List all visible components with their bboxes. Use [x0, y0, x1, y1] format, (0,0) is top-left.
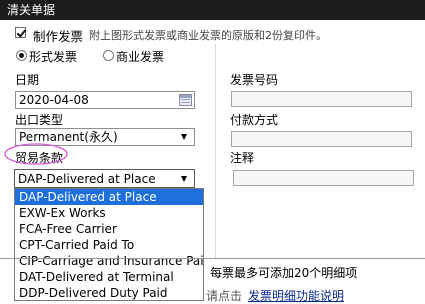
section-title: 清关单据 [7, 3, 56, 17]
option-dat[interactable]: DAT-Delivered at Terminal [15, 269, 203, 285]
chevron-down-icon [181, 176, 187, 182]
trade-terms-options-list[interactable]: DAP-Delivered at Place EXW-Ex Works FCA-… [14, 188, 204, 301]
remark-input[interactable] [233, 170, 414, 186]
checkmark-icon [16, 27, 27, 38]
invoice-note: 附上图形式发票或商业发票的原版和2份复印件。 [89, 29, 327, 42]
radio-selected-dot [19, 53, 24, 58]
make-invoice-label: 制作发票 [33, 29, 84, 44]
commercial-invoice-label: 商业发票 [116, 50, 165, 64]
payment-method-input[interactable] [231, 131, 412, 147]
option-dap[interactable]: DAP-Delivered at Place [15, 189, 203, 205]
trade-terms-select[interactable]: DAP-Delivered at Place [14, 169, 195, 188]
option-cpt[interactable]: CPT-Carried Paid To [15, 237, 203, 253]
chevron-down-icon [181, 134, 187, 140]
invoice-number-label: 发票号码 [230, 73, 279, 87]
export-type-label: 出口类型 [15, 113, 64, 127]
radio-commercial-invoice[interactable] [103, 50, 114, 61]
date-input[interactable]: 2020-04-08 [15, 91, 195, 109]
section-header: 清关单据 [0, 0, 425, 20]
remark-label: 注释 [230, 151, 255, 165]
radio-proforma-invoice[interactable] [16, 50, 27, 61]
date-label: 日期 [15, 73, 40, 87]
highlight-ellipse-icon [4, 143, 68, 165]
option-cip[interactable]: CIP-Carriage and Insurance Paid [15, 253, 203, 269]
payment-method-label: 付款方式 [230, 113, 279, 127]
trade-terms-value: DAP-Delivered at Place [18, 172, 156, 186]
column-divider [215, 44, 216, 258]
calendar-icon[interactable] [179, 94, 192, 106]
max-items-note: 每票最多可添加20个明细项 [210, 266, 358, 280]
invoice-number-input[interactable] [231, 91, 412, 107]
footer-divider [0, 258, 425, 259]
option-exw[interactable]: EXW-Ex Works [15, 205, 203, 221]
make-invoice-checkbox[interactable] [15, 27, 27, 38]
help-prefix: 请点击 [206, 289, 243, 303]
option-fca[interactable]: FCA-Free Carrier [15, 221, 203, 237]
proforma-invoice-label: 形式发票 [29, 50, 78, 64]
option-ddp[interactable]: DDP-Delivered Duty Paid [15, 285, 203, 300]
date-value: 2020-04-08 [19, 93, 89, 107]
invoice-detail-help-link[interactable]: 发票明细功能说明 [248, 287, 344, 304]
